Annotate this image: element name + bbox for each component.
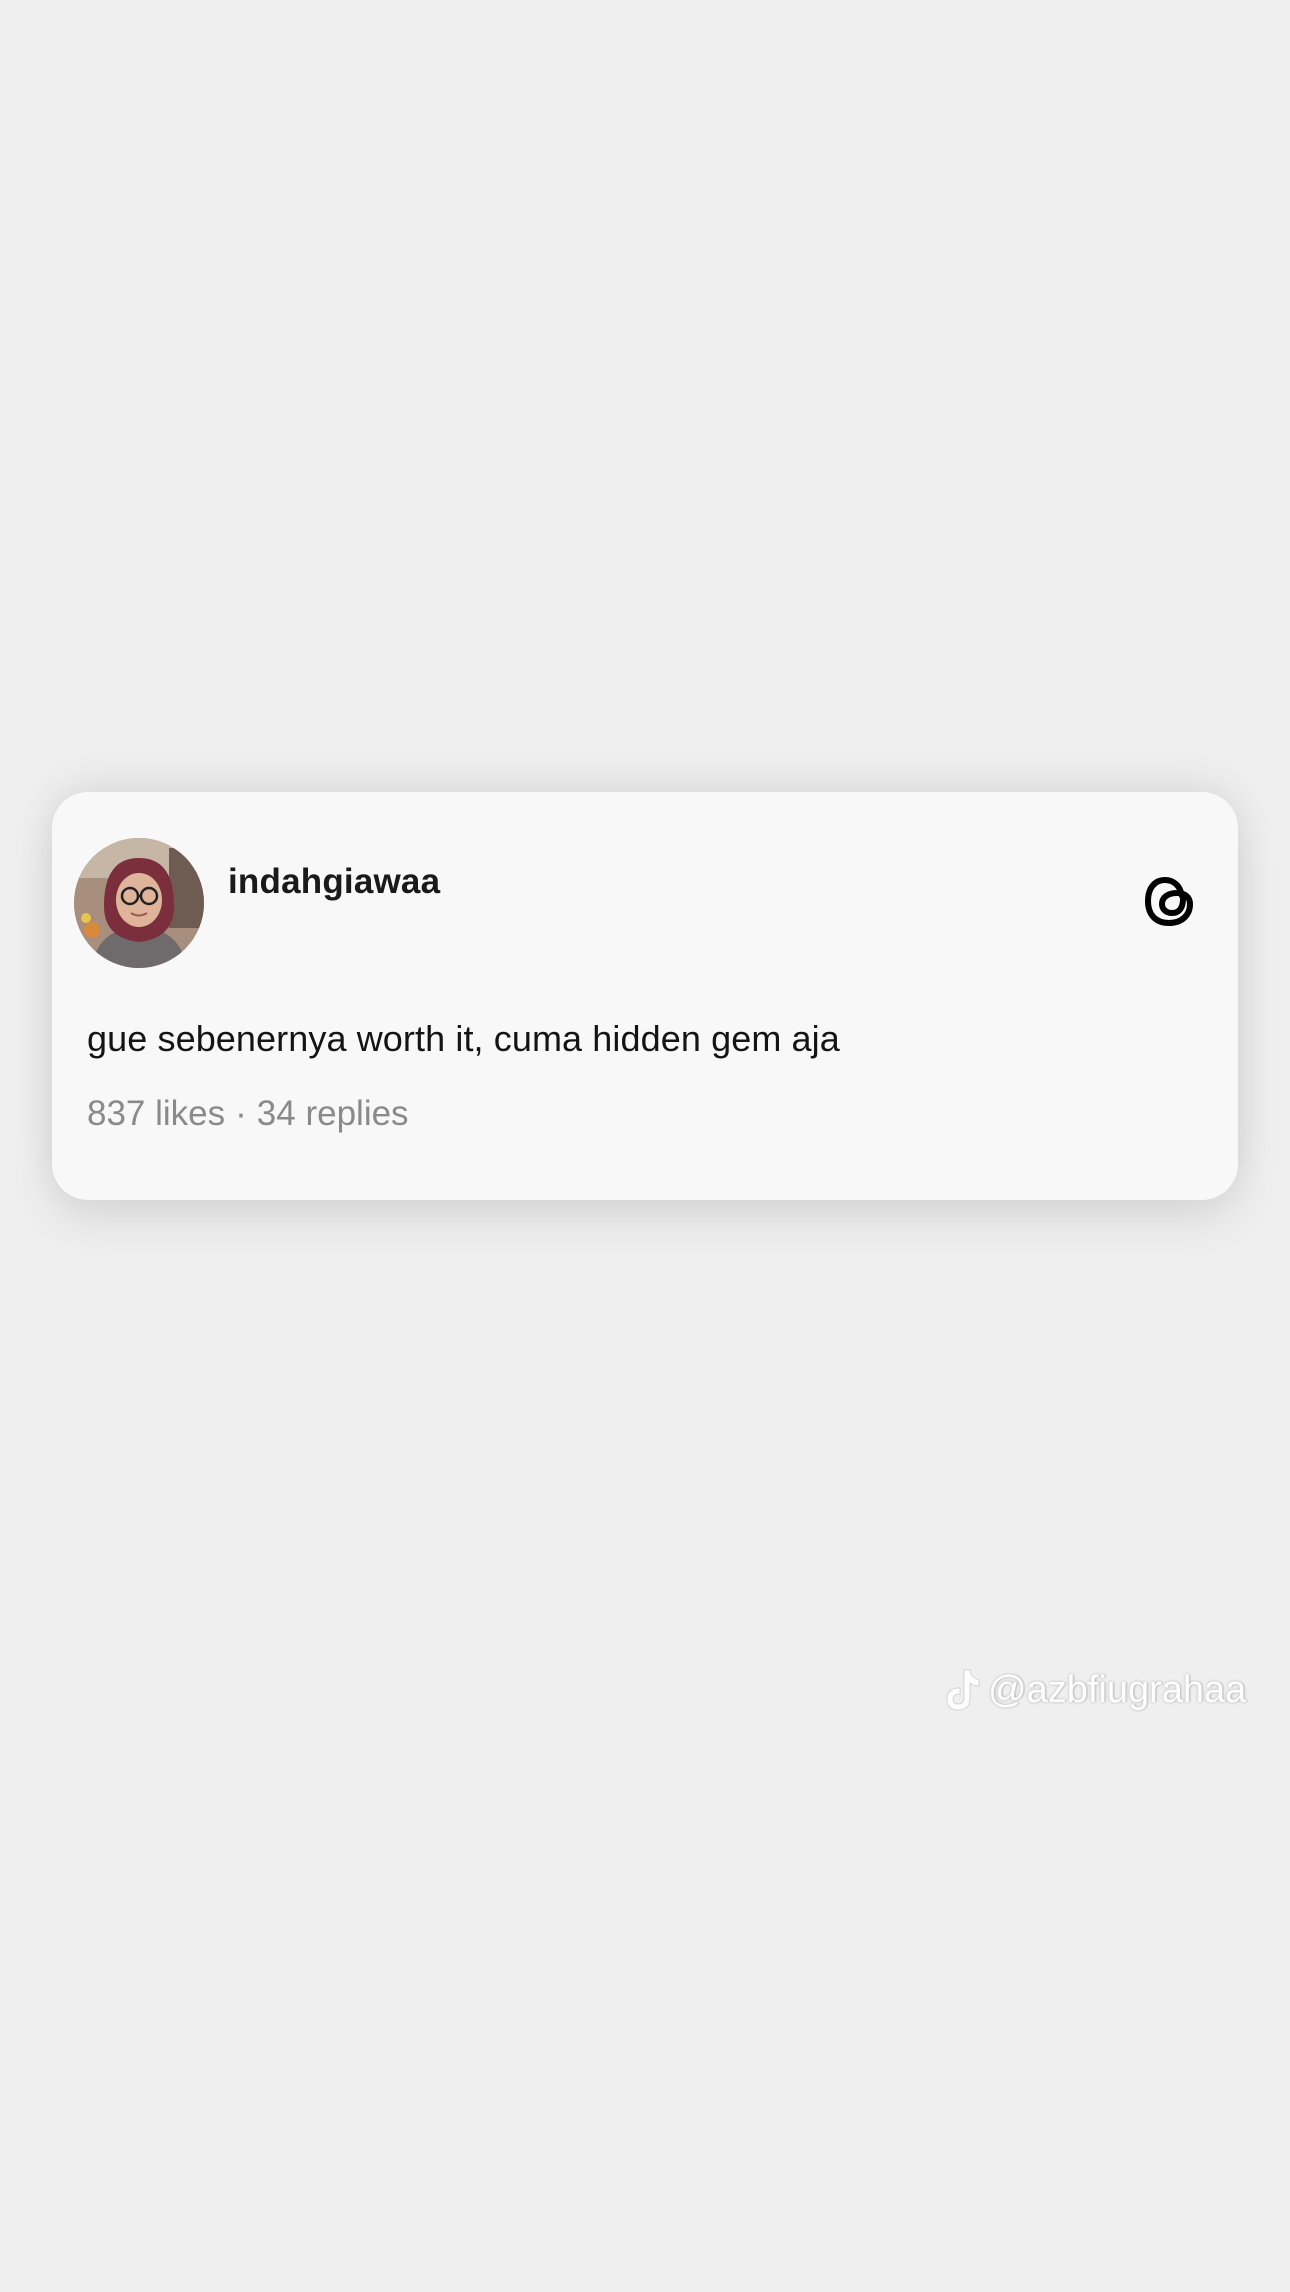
tiktok-logo-icon xyxy=(946,1669,980,1711)
likes-count[interactable]: 837 likes xyxy=(87,1094,225,1133)
username[interactable]: indahgiawaa xyxy=(228,862,440,902)
post-text: gue sebenernya worth it, cuma hidden gem… xyxy=(87,1018,840,1059)
avatar-photo xyxy=(74,838,204,968)
threads-post-card[interactable]: indahgiawaa gue sebenernya worth it, cum… xyxy=(52,792,1238,1200)
tiktok-watermark: @azbfiugrahaa xyxy=(942,1666,1246,1714)
watermark-handle: @azbfiugrahaa xyxy=(988,1668,1247,1711)
avatar[interactable] xyxy=(74,838,204,968)
post-stats: 837 likes · 34 replies xyxy=(87,1094,409,1134)
threads-logo-icon[interactable] xyxy=(1138,866,1200,936)
replies-count[interactable]: 34 replies xyxy=(257,1094,409,1133)
stats-separator: · xyxy=(235,1094,247,1133)
